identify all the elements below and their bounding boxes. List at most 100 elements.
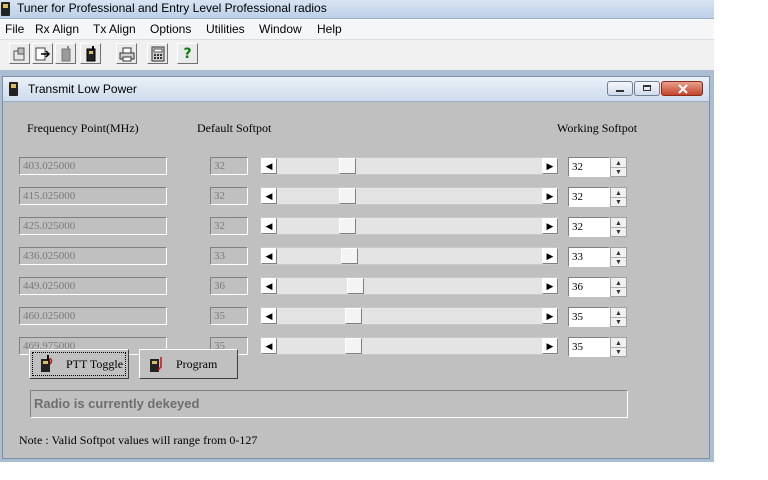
radio-disabled-button[interactable] (55, 43, 76, 64)
working-softpot-input[interactable]: 32 (568, 217, 610, 237)
working-softpot-input[interactable]: 35 (568, 307, 610, 327)
slider-left-arrow[interactable]: ◀ (261, 308, 277, 324)
softpot-slider[interactable]: ◀ ▶ (260, 277, 559, 295)
spin-down-icon[interactable]: ▼ (611, 257, 626, 266)
slider-left-arrow[interactable]: ◀ (261, 218, 277, 234)
spin-down-icon[interactable]: ▼ (611, 347, 626, 356)
menu-tx-align[interactable]: Tx Align (91, 22, 138, 36)
left-arrow-icon: ◀ (265, 250, 273, 261)
softpot-slider[interactable]: ◀ ▶ (260, 307, 559, 325)
application-window: Tuner for Professional and Entry Level P… (0, 0, 714, 462)
right-arrow-icon: ▶ (546, 310, 554, 321)
minimize-button[interactable] (607, 81, 633, 96)
right-arrow-icon: ▶ (546, 250, 554, 261)
spin-down-icon[interactable]: ▼ (611, 287, 626, 296)
working-softpot-input[interactable]: 32 (568, 157, 610, 177)
softpot-row: 460.025000 35 ◀ ▶ 35 ▲ ▼ (9, 307, 703, 327)
close-button[interactable] (661, 81, 703, 96)
ptt-toggle-button[interactable]: PTT Toggle (29, 349, 129, 379)
child-title-bar[interactable]: Transmit Low Power (3, 77, 709, 102)
slider-left-arrow[interactable]: ◀ (261, 338, 277, 354)
softpot-spinner[interactable]: ▲ ▼ (610, 277, 627, 297)
softpot-slider[interactable]: ◀ ▶ (260, 247, 559, 265)
menu-options[interactable]: Options (148, 22, 193, 36)
left-arrow-icon: ◀ (265, 220, 273, 231)
menu-bar: File Rx Align Tx Align Options Utilities… (0, 19, 714, 40)
calculator-icon (151, 46, 164, 61)
right-arrow-icon: ▶ (546, 160, 554, 171)
slider-thumb[interactable] (345, 338, 362, 354)
working-softpot-input[interactable]: 32 (568, 187, 610, 207)
left-arrow-icon: ◀ (265, 340, 273, 351)
frequency-field: 460.025000 (19, 307, 167, 325)
slider-right-arrow[interactable]: ▶ (542, 188, 558, 204)
frequency-field: 415.025000 (19, 187, 167, 205)
default-softpot-field: 33 (210, 247, 248, 265)
status-box: Radio is currently dekeyed (30, 390, 628, 418)
slider-left-arrow[interactable]: ◀ (261, 278, 277, 294)
slider-right-arrow[interactable]: ▶ (542, 158, 558, 174)
frequency-field: 436.025000 (19, 247, 167, 265)
transfer-button[interactable] (32, 43, 53, 64)
left-arrow-icon: ◀ (265, 310, 273, 321)
softpot-spinner[interactable]: ▲ ▼ (610, 187, 627, 207)
right-arrow-icon: ▶ (546, 220, 554, 231)
softpot-slider[interactable]: ◀ ▶ (260, 217, 559, 235)
slider-thumb[interactable] (347, 278, 364, 294)
close-icon (678, 84, 688, 94)
default-softpot-field: 35 (210, 307, 248, 325)
slider-left-arrow[interactable]: ◀ (261, 158, 277, 174)
frequency-header: Frequency Point(MHz) (27, 121, 139, 135)
restore-button[interactable] (634, 81, 660, 96)
help-button[interactable]: ? (177, 43, 198, 64)
left-arrow-icon: ◀ (265, 280, 273, 291)
softpot-slider[interactable]: ◀ ▶ (260, 187, 559, 205)
spin-down-icon[interactable]: ▼ (611, 227, 626, 236)
softpot-spinner[interactable]: ▲ ▼ (610, 157, 627, 177)
calculator-button[interactable] (147, 43, 168, 64)
working-softpot-input[interactable]: 35 (568, 337, 610, 357)
spin-down-icon[interactable]: ▼ (611, 317, 626, 326)
slider-right-arrow[interactable]: ▶ (542, 338, 558, 354)
menu-help[interactable]: Help (315, 22, 344, 36)
slider-right-arrow[interactable]: ▶ (542, 278, 558, 294)
menu-file[interactable]: File (3, 22, 26, 36)
print-button[interactable] (116, 43, 137, 64)
working-softpot-input[interactable]: 33 (568, 247, 610, 267)
ptt-toggle-label: PTT Toggle (66, 356, 124, 371)
softpot-slider[interactable]: ◀ ▶ (260, 337, 559, 355)
slider-right-arrow[interactable]: ▶ (542, 218, 558, 234)
menu-rx-align[interactable]: Rx Align (33, 22, 81, 36)
frequency-field: 449.025000 (19, 277, 167, 295)
left-arrow-icon: ◀ (265, 190, 273, 201)
spin-down-icon[interactable]: ▼ (611, 167, 626, 176)
radio-button[interactable] (80, 43, 101, 64)
slider-right-arrow[interactable]: ▶ (542, 248, 558, 264)
slider-thumb[interactable] (339, 218, 356, 234)
softpot-spinner[interactable]: ▲ ▼ (610, 247, 627, 267)
softpot-spinner[interactable]: ▲ ▼ (610, 307, 627, 327)
window-title: Transmit Low Power (28, 82, 137, 96)
menu-window[interactable]: Window (257, 22, 304, 36)
open-radio-button[interactable] (9, 43, 30, 64)
softpot-row: 436.025000 33 ◀ ▶ 33 ▲ ▼ (9, 247, 703, 267)
softpot-slider[interactable]: ◀ ▶ (260, 157, 559, 175)
slider-thumb[interactable] (341, 248, 358, 264)
slider-thumb[interactable] (339, 158, 356, 174)
slider-thumb[interactable] (339, 188, 356, 204)
slider-left-arrow[interactable]: ◀ (261, 188, 277, 204)
slider-right-arrow[interactable]: ▶ (542, 308, 558, 324)
app-title-bar[interactable]: Tuner for Professional and Entry Level P… (0, 0, 714, 19)
slider-left-arrow[interactable]: ◀ (261, 248, 277, 264)
left-arrow-icon: ◀ (265, 160, 273, 171)
menu-utilities[interactable]: Utilities (204, 22, 247, 36)
program-button[interactable]: Program (139, 349, 238, 379)
softpot-spinner[interactable]: ▲ ▼ (610, 337, 627, 357)
spin-down-icon[interactable]: ▼ (611, 197, 626, 206)
softpot-row: 415.025000 32 ◀ ▶ 32 ▲ ▼ (9, 187, 703, 207)
softpot-spinner[interactable]: ▲ ▼ (610, 217, 627, 237)
working-softpot-input[interactable]: 36 (568, 277, 610, 297)
print-icon (119, 47, 134, 61)
right-arrow-icon: ▶ (546, 280, 554, 291)
slider-thumb[interactable] (345, 308, 362, 324)
